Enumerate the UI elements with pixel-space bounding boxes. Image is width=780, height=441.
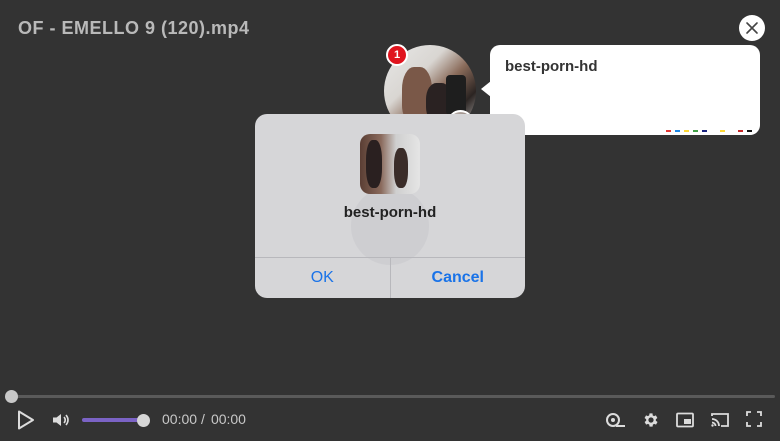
dialog-title: best-porn-hd xyxy=(343,204,437,221)
fullscreen-button[interactable] xyxy=(745,410,763,428)
fullscreen-icon xyxy=(746,411,762,427)
message-color-dots xyxy=(666,130,752,132)
notification-sender: best-porn-hd xyxy=(505,58,598,75)
color-dot xyxy=(738,130,743,132)
color-dot xyxy=(702,130,707,132)
volume-icon xyxy=(53,414,69,426)
picture-in-picture-button[interactable] xyxy=(676,411,694,429)
cast-button[interactable] xyxy=(710,410,730,430)
color-dot xyxy=(747,130,752,132)
color-dot xyxy=(720,130,725,132)
play-button[interactable] xyxy=(14,408,38,432)
play-icon xyxy=(18,410,34,430)
color-dot xyxy=(693,130,698,132)
time-separator: / xyxy=(201,411,205,427)
color-dot xyxy=(675,130,680,132)
playback-speed-icon xyxy=(606,413,625,427)
notification-badge: 1 xyxy=(386,44,408,66)
color-dot xyxy=(666,130,671,132)
play-overlay-icon xyxy=(351,187,429,265)
volume-button[interactable] xyxy=(50,409,72,431)
picture-in-picture-icon xyxy=(676,412,694,428)
cast-icon xyxy=(711,413,729,427)
dialog-avatar xyxy=(360,134,420,194)
confirm-dialog: best-porn-hd OK Cancel xyxy=(255,114,525,298)
current-time: 00:00 xyxy=(162,411,198,427)
seek-handle[interactable] xyxy=(5,390,18,403)
volume-handle[interactable] xyxy=(137,414,150,427)
settings-button[interactable] xyxy=(641,409,661,431)
video-title: OF - EMELLO 9 (120).mp4 xyxy=(18,18,250,38)
close-icon xyxy=(746,22,758,34)
time-display: 00:00/00:00 xyxy=(162,411,246,427)
ok-button[interactable]: OK xyxy=(255,258,391,298)
cancel-button[interactable]: Cancel xyxy=(391,258,526,298)
playback-speed-button[interactable] xyxy=(605,409,627,431)
seek-bar[interactable] xyxy=(11,395,775,398)
close-button[interactable] xyxy=(739,15,765,41)
notification-message-bubble[interactable]: best-porn-hd xyxy=(481,45,760,135)
color-dot xyxy=(684,130,689,132)
volume-slider[interactable] xyxy=(82,418,144,422)
color-dot xyxy=(711,130,716,132)
dialog-actions: OK Cancel xyxy=(255,257,525,298)
gear-icon xyxy=(644,413,658,427)
total-time: 00:00 xyxy=(210,411,246,427)
color-dot xyxy=(729,130,734,132)
